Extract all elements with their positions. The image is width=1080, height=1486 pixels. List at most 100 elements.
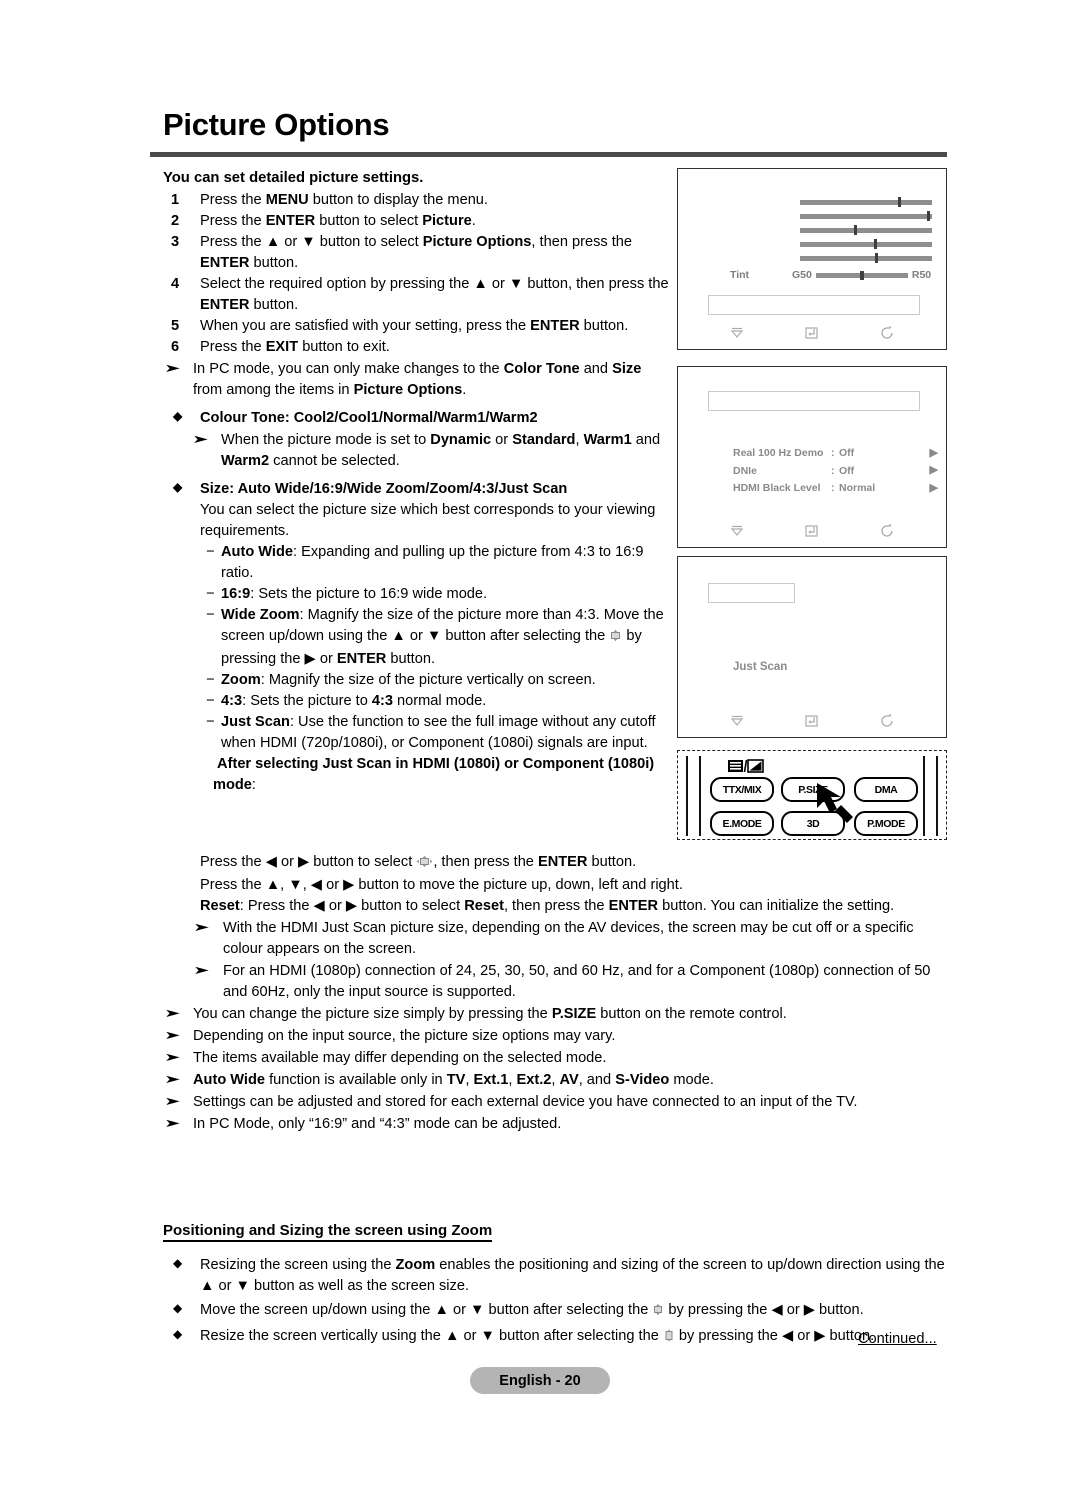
remote-button-ttx-mix[interactable]: TTX/MIX [710, 777, 774, 802]
remote-control-diagram: TTX/MIX P.SIZE DMA E.MODE 3D P.MODE [677, 750, 947, 840]
osd-footer-icons [678, 522, 946, 540]
osd-menu-row-dnie[interactable]: DNIe : Off ▶ [733, 462, 938, 479]
osd-panel-tint: Tint G50 R50 [677, 168, 947, 350]
chevron-right-icon[interactable]: ▶ [930, 445, 938, 462]
enter-icon [803, 324, 821, 342]
slider-row[interactable] [800, 197, 932, 207]
slider-knob[interactable] [873, 239, 877, 249]
dash-bullet-icon: − [206, 586, 215, 603]
slider-row[interactable] [800, 253, 932, 263]
chevron-right-icon[interactable]: ▶ [930, 462, 938, 479]
slider-row[interactable] [800, 225, 932, 235]
arrow-bullet-icon: ➤ [193, 920, 210, 935]
return-icon [878, 324, 896, 342]
size-item-zoom: − Zoom: Magnify the size of the picture … [163, 670, 673, 691]
dash-bullet-icon: − [206, 714, 215, 731]
item-text: Just Scan: Use the function to see the f… [221, 714, 656, 752]
zoom-section-bullets: ◆ Resizing the screen using the Zoom ena… [163, 1252, 953, 1349]
slider-row[interactable] [800, 211, 932, 221]
note-text: In PC mode, you can only make changes to… [193, 361, 642, 399]
step-number: 3 [171, 234, 180, 251]
arrow-bullet-icon: ➤ [164, 362, 181, 376]
step-text: Press the MENU button to display the men… [200, 192, 488, 209]
arrow-bullet-icon: ➤ [164, 1116, 181, 1131]
tint-label: Tint [730, 269, 750, 281]
size-item-4-3: − 4:3: Sets the picture to 4:3 normal mo… [163, 691, 673, 712]
note-text: Auto Wide function is available only in … [193, 1072, 714, 1088]
tint-slider-track[interactable] [815, 270, 908, 280]
diamond-bullet-icon: ◆ [173, 480, 183, 495]
move-icon [728, 712, 746, 730]
just-scan-mode-heading: After selecting Just Scan in HDMI (1080i… [163, 754, 673, 796]
note-text: Depending on the input source, the pictu… [193, 1028, 616, 1044]
diamond-bullet-icon: ◆ [173, 1301, 183, 1315]
tint-setting-row[interactable]: Tint G50 R50 [730, 269, 940, 281]
move-icon [728, 324, 746, 342]
heading-text: After selecting Just Scan in HDMI (1080i… [213, 756, 655, 794]
move-position-icon [416, 854, 433, 875]
enter-icon [803, 712, 821, 730]
zoom-bullet-move: ◆ Move the screen up/down using the ▲ or… [163, 1300, 953, 1323]
chevron-right-icon[interactable]: ▶ [930, 480, 938, 497]
note-text: The items available may differ depending… [193, 1050, 607, 1066]
slider-knob[interactable] [875, 253, 879, 263]
continued-label: Continued... [858, 1331, 937, 1347]
osd-menu-row-real100hzdemo[interactable]: Real 100 Hz Demo : Off ▶ [733, 445, 938, 462]
just-scan-value-label: Just Scan [733, 661, 788, 673]
move-position-icon [652, 1302, 664, 1323]
menu-colon: : [831, 447, 835, 460]
slider-knob[interactable] [897, 197, 901, 207]
manual-page: Picture Options You can set detailed pic… [0, 0, 1080, 1486]
remote-left-edge [686, 756, 701, 836]
menu-item-value: Off [839, 464, 855, 477]
size-heading: ◆ Size: Auto Wide/16:9/Wide Zoom/Zoom/4:… [163, 479, 673, 500]
menu-colon: : [831, 464, 835, 477]
osd-footer-icons [678, 324, 946, 342]
note-text: With the HDMI Just Scan picture size, de… [223, 920, 914, 957]
colour-tone-note: ➤ When the picture mode is set to Dynami… [163, 430, 673, 472]
menu-colon: : [831, 482, 835, 495]
return-icon [878, 712, 896, 730]
colour-tone-heading: ◆ Colour Tone: Cool2/Cool1/Normal/Warm1/… [163, 408, 673, 429]
step-number: 6 [171, 339, 180, 356]
pointer-arrow-icon [815, 781, 867, 827]
tint-slider-knob[interactable] [860, 270, 865, 280]
menu-item-label: DNIe [733, 464, 757, 477]
step-text: Press the ENTER button to select Picture… [200, 213, 476, 230]
size-item-wide-zoom: − Wide Zoom: Magnify the size of the pic… [163, 605, 673, 670]
dash-bullet-icon: − [206, 607, 215, 624]
slider-row[interactable] [800, 239, 932, 249]
zoom-position-icon [609, 628, 622, 649]
slider-track [800, 228, 932, 233]
slider-track [800, 200, 932, 205]
remote-button-e-mode[interactable]: E.MODE [710, 811, 774, 836]
osd-menu-list: Real 100 Hz Demo : Off ▶ DNIe : Off ▶ HD… [733, 445, 938, 497]
arrow-bullet-icon: ➤ [164, 1094, 181, 1109]
page-title: Picture Options [163, 107, 390, 142]
bullet-text: Move the screen up/down using the ▲ or ▼… [200, 1302, 864, 1318]
pc-mode-note: ➤ In PC mode, you can only make changes … [163, 359, 673, 401]
menu-item-value: Off [839, 447, 855, 460]
general-note-input-source: ➤ Depending on the input source, the pic… [163, 1026, 953, 1047]
general-note-pc-mode: ➤ In PC Mode, only “16:9” and “4:3” mode… [163, 1114, 953, 1135]
step-3: 3 Press the ▲ or ▼ button to select Pict… [163, 232, 673, 274]
slider-knob[interactable] [926, 211, 930, 221]
ttx-mix-symbol-icon [728, 759, 764, 773]
step-number: 2 [171, 213, 180, 230]
osd-highlight-bar [708, 391, 920, 411]
osd-menu-row-hdmiblacklevel[interactable]: HDMI Black Level : Normal ▶ [733, 480, 938, 497]
step-5: 5 When you are satisfied with your setti… [163, 316, 673, 337]
bullet-text: Resize the screen vertically using the ▲… [200, 1328, 874, 1344]
instructions-column: You can set detailed picture settings. 1… [163, 168, 673, 796]
note-text: Settings can be adjusted and stored for … [193, 1094, 858, 1110]
arrow-bullet-icon: ➤ [164, 1028, 181, 1043]
general-note-psize: ➤ You can change the picture size simply… [163, 1004, 953, 1025]
step-number: 4 [171, 276, 180, 293]
slider-knob[interactable] [854, 225, 858, 235]
just-scan-line-2: Press the ▲, ▼, ◀ or ▶ button to move th… [200, 877, 683, 893]
step-4: 4 Select the required option by pressing… [163, 274, 673, 316]
general-note-items-available: ➤ The items available may differ dependi… [163, 1048, 953, 1069]
move-icon [728, 522, 746, 540]
zoom-section-heading: Positioning and Sizing the screen using … [163, 1222, 493, 1242]
hdmi-1080p-note: ➤ For an HDMI (1080p) connection of 24, … [163, 961, 953, 1003]
